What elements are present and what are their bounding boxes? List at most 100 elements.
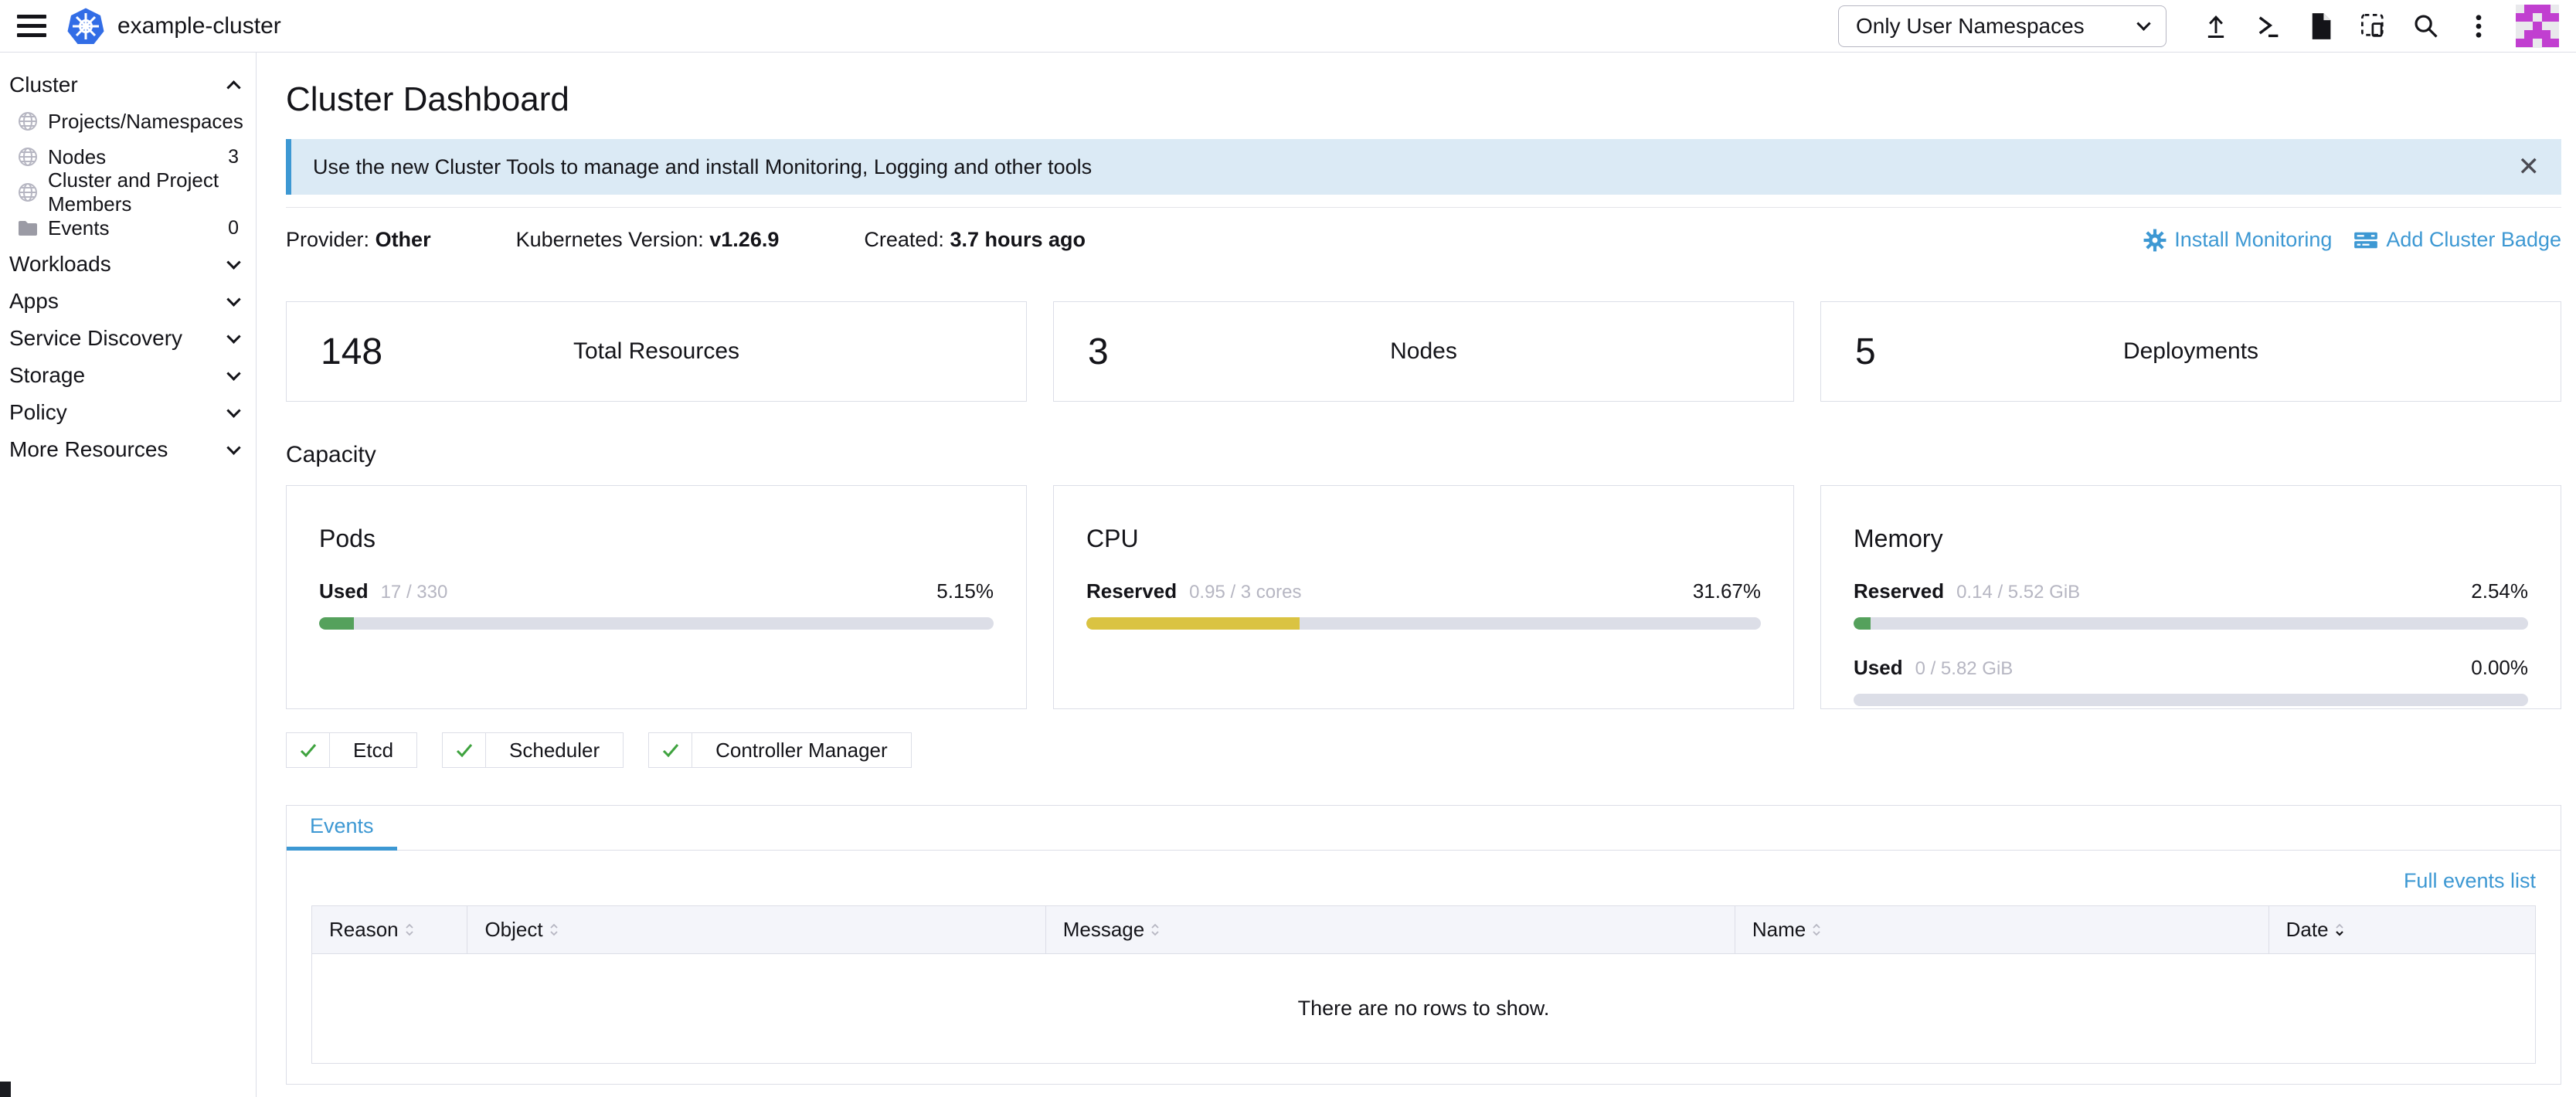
metric-detail: 0.95 / 3 cores [1189,582,1301,603]
sidebar-group-label: Workloads [9,252,111,277]
sidebar-item-projects-namespaces[interactable]: Projects/Namespaces [0,104,256,139]
metric-label: Used [1854,656,1903,680]
empty-state-row: There are no rows to show. [312,954,2536,1064]
sidebar-item-label: Nodes [48,145,106,169]
cpu-progress-bar [1086,617,1761,630]
full-events-list-link[interactable]: Full events list [2404,869,2536,893]
scheduler-status-badge: Scheduler [442,732,624,768]
events-tab-bar: Events [287,806,2561,851]
kubernetes-logo-icon [66,7,105,46]
events-table-header-row: Reason Object [312,906,2536,954]
divider [286,207,2561,208]
events-table: Reason Object [311,905,2536,1064]
glance-row: Provider: Other Kubernetes Version: v1.2… [286,228,2561,252]
sidebar-group-label: More Resources [9,437,168,462]
badge-label: Controller Manager [692,733,911,767]
globe-icon [17,145,40,168]
cpu-card-title: CPU [1086,525,1761,553]
total-resources-card[interactable]: 148 Total Resources [286,301,1027,402]
pods-progress-bar [319,617,994,630]
add-cluster-badge-link[interactable]: Add Cluster Badge [2353,228,2561,252]
metric-detail: 0 / 5.82 GiB [1915,658,2014,680]
globe-icon [17,110,40,133]
progress-fill [1086,617,1300,630]
sidebar-item-count: 0 [228,217,239,239]
copy-kubeconfig-button[interactable] [2347,5,2400,47]
close-icon[interactable]: ✕ [2518,154,2540,180]
empty-state-text: There are no rows to show. [312,954,2536,1064]
sidebar-nav: Cluster Projects/Namespaces [0,53,257,1097]
namespace-filter-select[interactable]: Only User Namespaces [1838,5,2166,47]
sidebar-group-policy[interactable]: Policy [0,394,256,431]
sidebar-group-more-resources[interactable]: More Resources [0,431,256,468]
pods-card-title: Pods [319,525,994,553]
search-icon [2412,12,2440,40]
column-header-date[interactable]: Date [2268,906,2535,954]
sidebar-group-service-discovery[interactable]: Service Discovery [0,320,256,357]
metric-percent: 0.00% [2471,656,2528,680]
globe-icon [17,181,40,204]
column-header-message[interactable]: Message [1045,906,1735,954]
check-icon [443,733,486,767]
sidebar-item-label: Projects/Namespaces [48,110,243,134]
gear-icon [2143,229,2166,252]
search-button[interactable] [2400,5,2452,47]
deployments-card[interactable]: 5 Deployments [1820,301,2561,402]
sidebar-group-storage[interactable]: Storage [0,357,256,394]
pods-capacity-card: Pods Used 17 / 330 5.15% [286,485,1027,709]
total-resources-label: Total Resources [287,338,1026,365]
column-header-reason[interactable]: Reason [312,906,467,954]
component-status-row: Etcd Scheduler Controller Manager [286,732,2561,768]
sidebar-group-apps[interactable]: Apps [0,283,256,320]
sidebar-group-label: Policy [9,400,67,425]
column-header-object[interactable]: Object [467,906,1045,954]
badge-label: Etcd [330,733,416,767]
chevron-down-icon [2136,16,2150,30]
nodes-card[interactable]: 3 Nodes [1053,301,1794,402]
sidebar-group-label: Cluster [9,73,78,97]
capacity-heading: Capacity [286,442,2561,468]
download-kubeconfig-button[interactable] [2295,5,2347,47]
nodes-label: Nodes [1054,338,1793,365]
import-yaml-button[interactable] [2190,5,2242,47]
sidebar-group-workloads[interactable]: Workloads [0,246,256,283]
sidebar-group-cluster[interactable]: Cluster [0,66,256,104]
sort-icon [549,923,559,936]
events-panel: Events Full events list Reason [286,805,2561,1085]
progress-fill [319,617,354,630]
metric-detail: 0.14 / 5.52 GiB [1956,582,2080,603]
banner-text: Use the new Cluster Tools to manage and … [313,155,1092,179]
chevron-up-icon [226,80,240,94]
memory-card-title: Memory [1854,525,2528,553]
kebab-menu-icon [2474,12,2483,40]
rancher-app: example-cluster Only User Namespaces [0,0,2576,1097]
sidebar-group-label: Service Discovery [9,326,182,351]
glance-created: Created: 3.7 hours ago [864,228,1086,252]
cluster-tools-banner: Use the new Cluster Tools to manage and … [286,139,2561,195]
column-header-name[interactable]: Name [1735,906,2268,954]
install-monitoring-link[interactable]: Install Monitoring [2143,228,2332,252]
sort-icon [405,923,414,936]
cluster-name: example-cluster [117,13,281,39]
etcd-status-badge: Etcd [286,732,417,768]
progress-fill [1854,617,1871,630]
check-icon [649,733,692,767]
namespace-filter-value: Only User Namespaces [1856,14,2085,39]
metric-detail: 17 / 330 [381,582,448,603]
metric-percent: 2.54% [2471,579,2528,603]
main-content: Cluster Dashboard Use the new Cluster To… [257,53,2576,1097]
chevron-down-icon [226,329,240,343]
sort-icon [1812,923,1821,936]
deployments-label: Deployments [1821,338,2561,365]
hamburger-menu-icon[interactable] [17,15,46,37]
sidebar-item-cluster-project-members[interactable]: Cluster and Project Members [0,175,256,210]
stat-cards-row: 148 Total Resources 3 Nodes 5 Deployment… [286,301,2561,402]
metric-percent: 5.15% [936,579,994,603]
user-avatar[interactable] [2516,5,2559,48]
header-kebab-menu-button[interactable] [2452,5,2505,47]
sidebar-item-label: Events [48,216,110,240]
sidebar-item-count: 3 [228,146,239,168]
tab-events[interactable]: Events [287,806,397,851]
kubectl-shell-button[interactable] [2242,5,2295,47]
sort-icon [1150,923,1160,936]
